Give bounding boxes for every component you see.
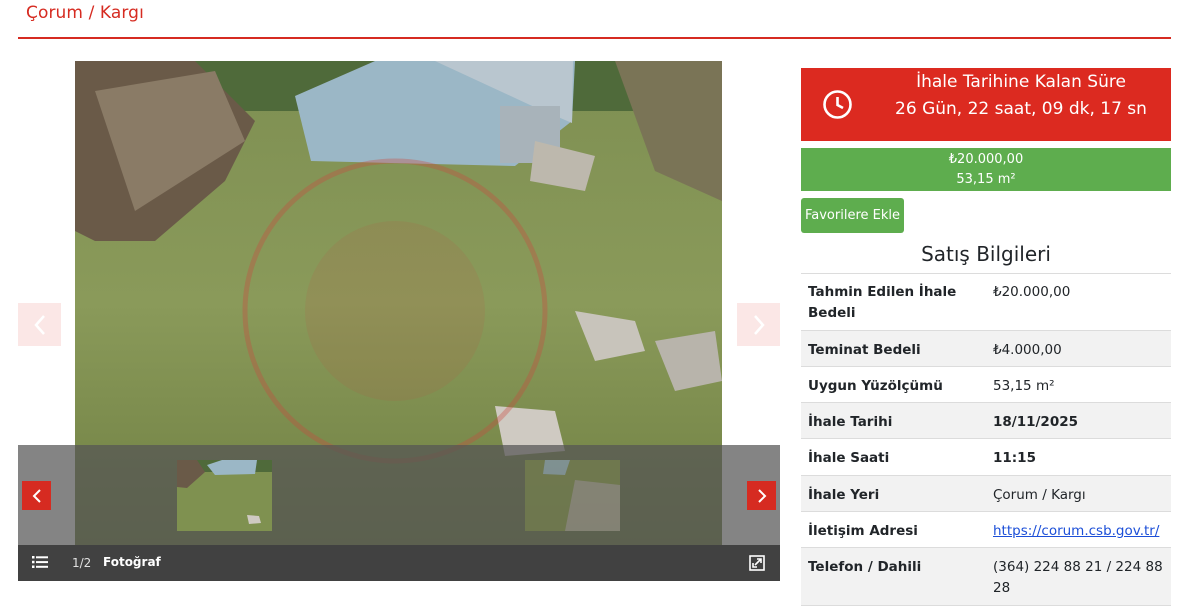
- row-value: ₺20.000,00: [993, 284, 1071, 300]
- page-title: Çorum / Kargı: [26, 3, 144, 23]
- clock-icon: [823, 90, 852, 119]
- gallery-toolbar: 1/2 Fotoğraf: [18, 545, 780, 581]
- add-to-favorites-button[interactable]: Favorilere Ekle: [801, 198, 904, 233]
- price-area: 53,15 m²: [956, 172, 1016, 187]
- row-key: İhale Tarihi: [808, 414, 893, 430]
- table-row: İletişim Adresi https://corum.csb.gov.tr…: [801, 511, 1171, 548]
- row-value: 11:15: [993, 450, 1036, 466]
- row-key: Telefon / Dahili: [808, 559, 922, 575]
- title-divider: [18, 37, 1171, 39]
- sales-info-title: Satış Bilgileri: [921, 242, 1051, 266]
- row-value: 53,15 m²: [993, 378, 1055, 394]
- photo-gallery: 1/2 Fotoğraf: [18, 61, 780, 581]
- chevron-right-icon: [753, 314, 765, 335]
- price-amount: ₺20.000,00: [948, 152, 1024, 167]
- thumbnail-next-button[interactable]: [747, 481, 776, 510]
- row-key: Tahmin Edilen İhale Bedeli: [808, 284, 957, 321]
- price-summary: ₺20.000,00 53,15 m²: [801, 148, 1171, 191]
- row-key: Uygun Yüzölçümü: [808, 378, 943, 394]
- countdown-label: İhale Tarihine Kalan Süre: [916, 72, 1126, 92]
- table-row: İhale Saati 11:15: [801, 438, 1171, 476]
- row-key: Teminat Bedeli: [808, 342, 921, 358]
- photo-next-arrow[interactable]: [737, 303, 780, 346]
- table-row: İhale Yeri Çorum / Kargı: [801, 475, 1171, 512]
- table-row: Telefon / Dahili (364) 224 88 21 / 224 8…: [801, 547, 1171, 606]
- thumbnail-2[interactable]: [525, 460, 620, 531]
- photo-counter: 1/2: [72, 556, 92, 570]
- list-icon[interactable]: [32, 555, 48, 569]
- row-value: 18/11/2025: [993, 414, 1079, 430]
- table-row: İhale Tarihi 18/11/2025: [801, 402, 1171, 439]
- row-value: (364) 224 88 21 / 224 88 28: [993, 559, 1163, 596]
- contact-address-link[interactable]: https://corum.csb.gov.tr/: [993, 523, 1159, 539]
- row-value: Çorum / Kargı: [993, 487, 1086, 503]
- thumbnail-1[interactable]: [177, 460, 272, 531]
- photo-prev-arrow[interactable]: [18, 303, 61, 346]
- chevron-left-icon: [32, 488, 41, 503]
- row-key: İhale Saati: [808, 450, 890, 466]
- chevron-left-icon: [33, 314, 45, 335]
- table-row: Tahmin Edilen İhale Bedeli ₺20.000,00: [801, 273, 1171, 331]
- row-value: ₺4.000,00: [993, 342, 1062, 358]
- chevron-right-icon: [757, 488, 766, 503]
- expand-icon[interactable]: [749, 555, 765, 571]
- row-key: İhale Yeri: [808, 487, 880, 503]
- table-row: Uygun Yüzölçümü 53,15 m²: [801, 366, 1171, 403]
- sales-info-table: Tahmin Edilen İhale Bedeli ₺20.000,00 Te…: [801, 273, 1171, 606]
- table-row: Teminat Bedeli ₺4.000,00: [801, 330, 1171, 367]
- photo-type-label: Fotoğraf: [103, 555, 161, 569]
- auction-countdown: İhale Tarihine Kalan Süre 26 Gün, 22 saa…: [801, 68, 1171, 141]
- row-key: İletişim Adresi: [808, 523, 918, 539]
- thumbnail-prev-button[interactable]: [22, 481, 51, 510]
- countdown-value: 26 Gün, 22 saat, 09 dk, 17 sn: [895, 99, 1147, 119]
- thumbnail-strip: [18, 445, 780, 545]
